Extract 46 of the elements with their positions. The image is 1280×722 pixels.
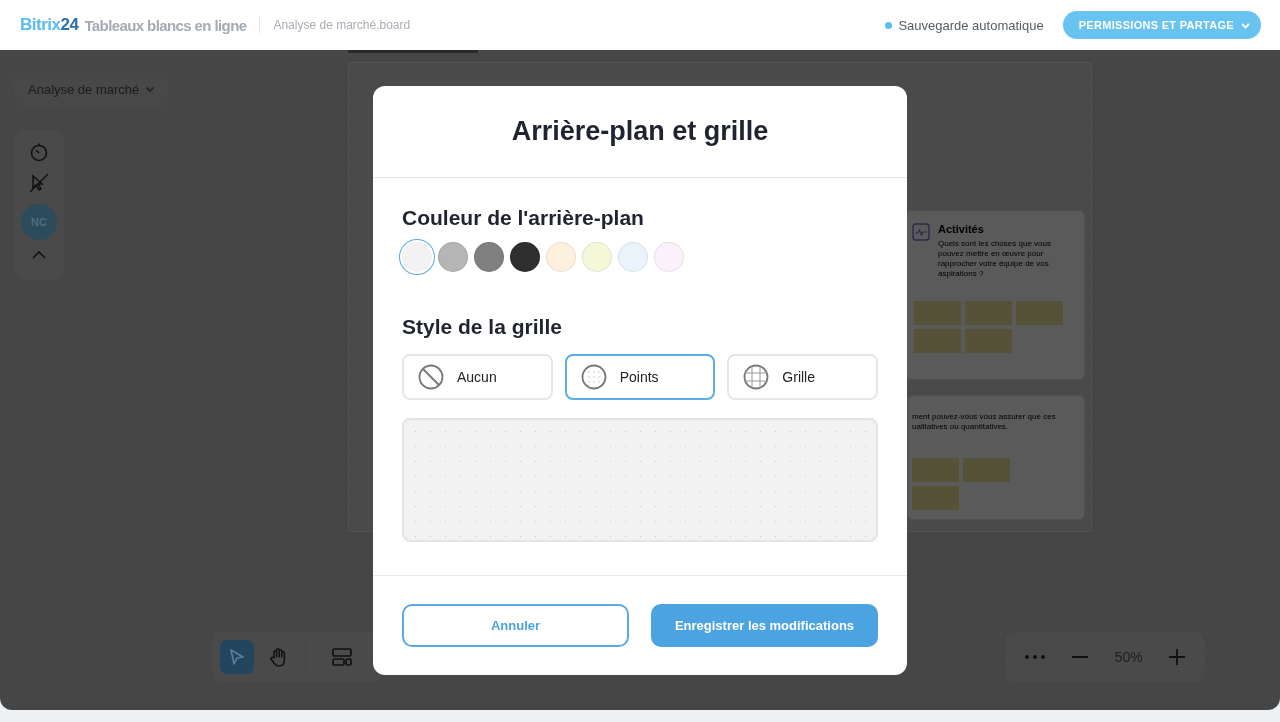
sticky-note — [914, 301, 961, 325]
section-heading: Couleur de l'arrière-plan — [402, 205, 645, 230]
tool-button[interactable] — [220, 640, 254, 674]
sticky-note — [965, 301, 1012, 325]
sticky-note — [963, 458, 1010, 482]
logo: Bitrix24 — [20, 15, 79, 35]
card-title: Activités — [938, 223, 985, 235]
color-swatch[interactable] — [618, 241, 648, 272]
timer-icon[interactable] — [29, 142, 49, 162]
color-swatch[interactable] — [438, 241, 468, 272]
file-name: Analyse de marché.board — [273, 18, 411, 32]
prohibited-icon — [418, 363, 444, 390]
grid-option[interactable]: Aucun — [402, 353, 553, 400]
section-heading: Style de la grille — [402, 314, 563, 339]
card-text: ment pouvez-vous vous assurer que ces — [912, 412, 1057, 422]
color-swatch[interactable] — [546, 241, 576, 272]
save-status: Sauvegarde automatique — [898, 17, 1044, 33]
card-text: Quels sont les choses que vous pouvez mettre en œuvre pour rapprocher votre équipe de vos aspirations ? — [938, 239, 1052, 279]
app-name: Tableaux blancs en ligne — [84, 16, 247, 34]
cursor-icon — [227, 647, 247, 667]
color-swatch[interactable] — [510, 241, 540, 272]
color-swatch[interactable] — [402, 241, 432, 272]
card-text: ualitatives ou quantitatives. — [912, 422, 1010, 432]
color-swatch[interactable] — [654, 241, 684, 272]
sticky-note — [965, 329, 1012, 353]
share-button[interactable]: PERMISSIONS ET PARTAGE — [1062, 11, 1261, 39]
activity-icon — [912, 223, 930, 241]
color-swatch[interactable] — [582, 241, 612, 272]
sticky-note — [1016, 301, 1063, 325]
cancel-button[interactable]: Annuler — [402, 603, 629, 647]
chevron-up-icon[interactable] — [31, 250, 47, 260]
sticky-note — [912, 458, 959, 482]
grid-circle-icon — [743, 363, 770, 390]
chevron-down-icon — [145, 84, 156, 94]
save-button[interactable]: Enregistrer les modifications — [651, 603, 878, 647]
cursor-off-icon[interactable] — [28, 172, 50, 194]
sticky-note — [912, 486, 959, 510]
sticky-note — [914, 329, 961, 353]
more-icon[interactable] — [1023, 654, 1046, 660]
color-swatch[interactable] — [474, 241, 504, 272]
layout-icon — [331, 646, 353, 668]
grid-option[interactable]: Points — [564, 353, 716, 400]
dotted-circle-icon — [580, 363, 607, 390]
dialog-title: Arrière-plan et grille — [511, 115, 769, 147]
zoom-in-icon[interactable] — [1168, 648, 1187, 666]
grid-option[interactable]: Grille — [727, 353, 878, 400]
